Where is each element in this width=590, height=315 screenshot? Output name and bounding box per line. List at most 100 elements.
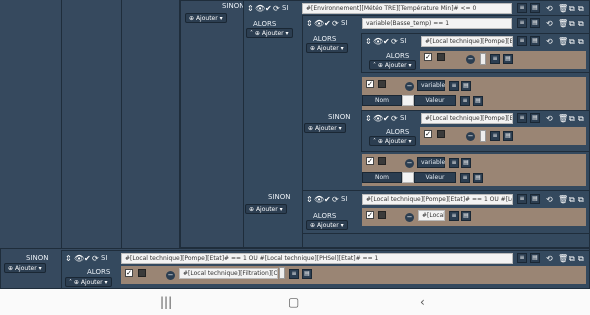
table-icon[interactable]: ▤ <box>503 131 513 141</box>
eye-icon[interactable]: 👁 <box>255 4 265 13</box>
copy-icon[interactable]: ⧉ <box>569 254 575 263</box>
refresh-icon[interactable]: ⟳ <box>332 195 339 204</box>
value-field[interactable]: Valeur <box>414 95 456 106</box>
list-icon[interactable]: ≡ <box>460 96 470 106</box>
filter-icon[interactable]: ≡ <box>517 113 527 123</box>
check-icon[interactable]: ✔ <box>324 19 331 28</box>
value-field[interactable]: Valeur <box>414 172 456 183</box>
table-icon[interactable]: ▤ <box>473 173 483 183</box>
list-icon[interactable]: ≡ <box>449 81 459 91</box>
eye-icon[interactable]: 👁 <box>314 195 324 204</box>
refresh-icon[interactable]: ⟳ <box>391 37 398 46</box>
delete-icon[interactable]: 🗑 <box>558 114 568 123</box>
home-icon[interactable]: ▢ <box>288 295 299 309</box>
table-icon[interactable]: ▤ <box>461 81 471 91</box>
copy-icon[interactable]: ⧉ <box>569 4 575 13</box>
enable-checkbox[interactable]: ✓ <box>366 211 374 219</box>
option-checkbox[interactable] <box>437 130 445 138</box>
recent-apps-icon[interactable]: ||| <box>160 295 172 309</box>
remove-icon[interactable]: − <box>466 55 475 64</box>
history-icon[interactable]: ⟲ <box>546 37 553 46</box>
list-icon[interactable]: ▤ <box>530 194 540 204</box>
paste-icon[interactable]: ⧉ <box>578 4 584 13</box>
enable-checkbox[interactable]: ✓ <box>424 130 432 138</box>
copy-icon[interactable]: ⧉ <box>569 114 575 123</box>
table-icon[interactable]: ▤ <box>461 211 471 221</box>
list-icon[interactable]: ▤ <box>530 18 540 28</box>
paste-icon[interactable]: ⧉ <box>578 19 584 28</box>
condition-input[interactable]: #[Local technique][Pompe][Etat] <box>421 113 513 124</box>
table-icon[interactable]: ▤ <box>302 269 312 279</box>
condition-input[interactable]: #[Local technique][Pompe][Etat] <box>421 36 513 47</box>
list-icon[interactable]: ≡ <box>449 158 459 168</box>
toggle-handle[interactable] <box>480 53 486 65</box>
delete-icon[interactable]: 🗑 <box>558 37 568 46</box>
list-icon[interactable]: ≡ <box>449 211 459 221</box>
list-icon[interactable]: ≡ <box>289 269 299 279</box>
add-button[interactable]: ˄ ⊕ Ajouter ▾ <box>369 136 416 146</box>
refresh-icon[interactable]: ⟳ <box>92 254 99 263</box>
delete-icon[interactable]: 🗑 <box>558 254 568 263</box>
expand-icon[interactable]: ⇕ <box>247 4 254 13</box>
expand-icon[interactable]: ⇕ <box>365 37 372 46</box>
filter-icon[interactable]: ≡ <box>517 18 527 28</box>
check-icon[interactable]: ✔ <box>324 195 331 204</box>
eye-icon[interactable]: 👁 <box>373 37 383 46</box>
expand-icon[interactable]: ⇕ <box>306 195 313 204</box>
add-button[interactable]: ˄ ⊕ Ajouter ▾ <box>369 60 416 70</box>
copy-icon[interactable]: ⧉ <box>569 37 575 46</box>
remove-icon[interactable]: − <box>166 271 175 280</box>
table-icon[interactable]: ▤ <box>461 158 471 168</box>
add-button[interactable]: ˄ ⊕ Ajouter ▾ <box>246 28 293 38</box>
add-button[interactable]: ⊕ Ajouter ▾ <box>306 43 348 53</box>
list-icon[interactable]: ≡ <box>490 54 500 64</box>
check-icon[interactable]: ✔ <box>84 254 91 263</box>
option-checkbox[interactable] <box>437 53 445 61</box>
remove-icon[interactable]: − <box>405 82 414 91</box>
refresh-icon[interactable]: ⟳ <box>391 114 398 123</box>
name-input[interactable] <box>402 95 414 106</box>
add-button[interactable]: ⊕ Ajouter ▾ <box>245 204 287 214</box>
add-button[interactable]: ˄ ⊕ Ajouter ▾ <box>65 277 112 287</box>
condition-input[interactable]: #[Environnement][Météo TRE][Température … <box>302 3 512 14</box>
check-icon[interactable]: ✔ <box>265 4 272 13</box>
eye-icon[interactable]: 👁 <box>74 254 84 263</box>
action-input[interactable]: #[Local <box>418 210 445 221</box>
history-icon[interactable]: ⟲ <box>546 195 553 204</box>
option-checkbox[interactable] <box>378 80 386 88</box>
refresh-icon[interactable]: ⟳ <box>273 4 280 13</box>
list-icon[interactable]: ▤ <box>530 36 540 46</box>
eye-icon[interactable]: 👁 <box>314 19 324 28</box>
name-input[interactable] <box>402 172 414 183</box>
name-field[interactable]: Nom <box>362 172 402 183</box>
back-icon[interactable]: ‹ <box>420 295 425 309</box>
table-icon[interactable]: ▤ <box>503 54 513 64</box>
table-icon[interactable]: ▤ <box>473 96 483 106</box>
eye-icon[interactable]: 👁 <box>373 114 383 123</box>
condition-input[interactable]: #[Local technique][Pompe][Etat]# == 1 OU… <box>362 194 513 205</box>
list-icon[interactable]: ▤ <box>530 113 540 123</box>
copy-icon[interactable]: ⧉ <box>569 19 575 28</box>
refresh-icon[interactable]: ⟳ <box>332 19 339 28</box>
enable-checkbox[interactable]: ✓ <box>125 269 133 277</box>
expand-icon[interactable]: ⇕ <box>306 19 313 28</box>
list-icon[interactable]: ▤ <box>530 3 540 13</box>
paste-icon[interactable]: ⧉ <box>578 37 584 46</box>
delete-icon[interactable]: 🗑 <box>558 4 568 13</box>
enable-checkbox[interactable]: ✓ <box>424 53 432 61</box>
filter-icon[interactable]: ≡ <box>517 253 527 263</box>
list-icon[interactable]: ▤ <box>530 253 540 263</box>
check-icon[interactable]: ✔ <box>383 114 390 123</box>
history-icon[interactable]: ⟲ <box>546 114 553 123</box>
filter-icon[interactable]: ≡ <box>517 194 527 204</box>
toggle-handle[interactable] <box>480 130 486 142</box>
add-button[interactable]: ⊕ Ajouter ▾ <box>304 123 346 133</box>
option-checkbox[interactable] <box>378 157 386 165</box>
condition-input[interactable]: variable(Basse_temp) == 1 <box>362 18 512 29</box>
history-icon[interactable]: ⟲ <box>546 4 553 13</box>
expand-icon[interactable]: ⇕ <box>65 254 72 263</box>
filter-icon[interactable]: ≡ <box>517 3 527 13</box>
history-icon[interactable]: ⟲ <box>546 254 553 263</box>
remove-icon[interactable]: − <box>405 159 414 168</box>
paste-icon[interactable]: ⧉ <box>578 195 584 204</box>
